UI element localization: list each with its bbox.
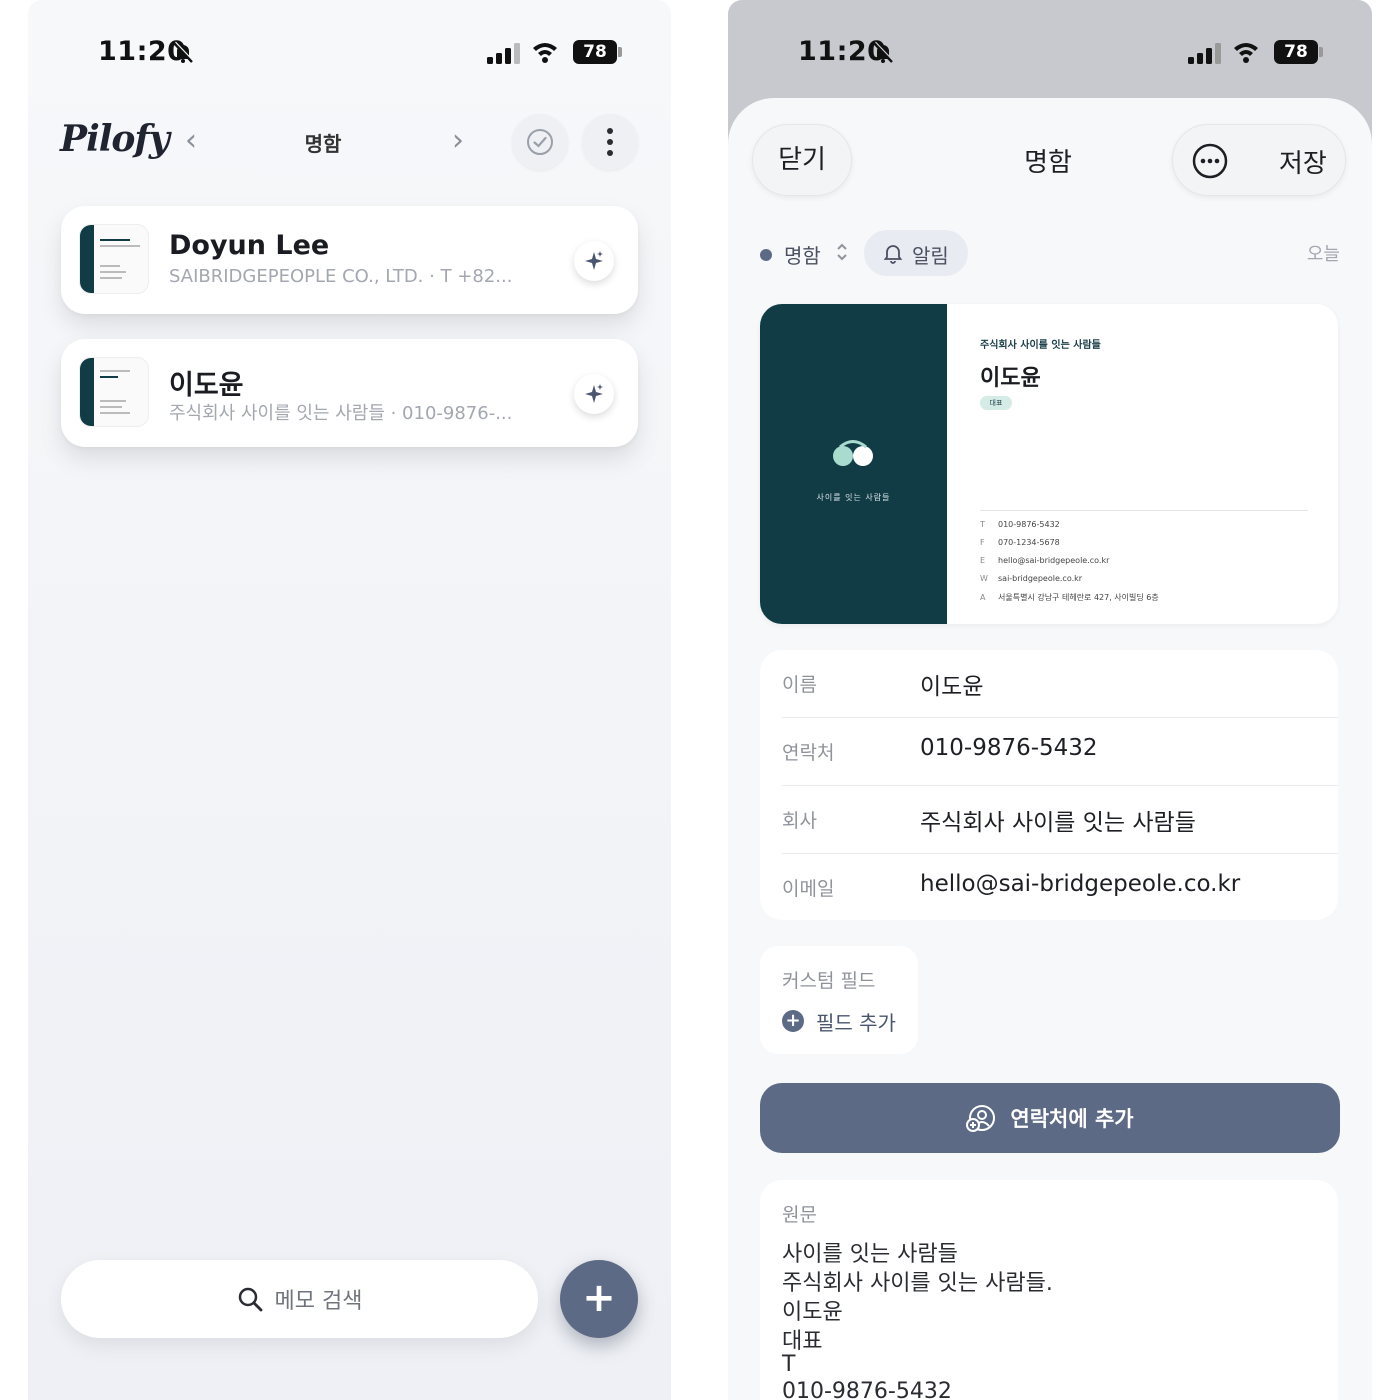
status-bar: 11:20 78 [28, 34, 671, 74]
sparkle-icon [585, 251, 603, 270]
card-list-screen: 11:20 78 Pilofy ‹ 명함 › Doyun Lee SAIBRID… [28, 0, 671, 1400]
card-meta-row: 명함 알림 오늘 [728, 228, 1372, 278]
original-line: 사이를 잇는 사람들 [782, 1242, 958, 1267]
select-button[interactable] [512, 114, 568, 170]
add-to-contacts-button[interactable]: 연락처에 추가 [760, 1083, 1340, 1153]
add-person-icon [966, 1105, 996, 1132]
card-contact-line: F 070-1234-5678 [980, 538, 1060, 547]
card-contact-line: Wsai-bridgepeole.co.kr [980, 574, 1083, 583]
card-thumbnail [79, 357, 149, 427]
chevron-updown-icon[interactable] [832, 240, 852, 264]
list-item[interactable]: Doyun Lee SAIBRIDGEPEOPLE CO., LTD. · T … [61, 206, 638, 314]
more-options-button[interactable] [582, 114, 638, 170]
business-card-image[interactable]: 사이를 잇는 사람들 주식회사 사이를 잇는 사람들 이도윤 대표 T 010-9… [760, 304, 1338, 624]
type-dot-icon [760, 249, 772, 261]
field-row-company[interactable]: 회사 주식회사 사이를 잇는 사람들 [782, 786, 1338, 854]
card-company: 주식회사 사이를 잇는 사람들 [980, 340, 1101, 351]
card-detail-screen: 11:20 78 닫기 명함 저장 명함 알림 오늘 사이를 잇는 사람들 주식… [728, 0, 1372, 1400]
original-line: 주식회사 사이를 잇는 사람들. [782, 1271, 1053, 1296]
memo-search-bar[interactable]: 메모 검색 [61, 1260, 538, 1338]
card-person-name: 이도윤 [980, 366, 1041, 391]
card-subtitle: 주식회사 사이를 잇는 사람들 · 010-9876-... [169, 403, 513, 424]
sheet-title: 명함 [1024, 148, 1072, 178]
bell-muted-icon [873, 41, 894, 63]
wifi-icon [533, 43, 557, 63]
save-button[interactable]: 저장 [1279, 143, 1327, 180]
field-value[interactable]: 010-9876-5432 [920, 735, 1098, 761]
alarm-label: 알림 [912, 244, 949, 268]
battery-level: 78 [573, 40, 617, 64]
add-button[interactable]: + [560, 1260, 638, 1338]
header-actions: 저장 [1172, 124, 1346, 196]
prev-arrow-icon[interactable]: ‹ [176, 124, 206, 158]
card-name: Doyun Lee [169, 230, 330, 261]
app-logo: Pilofy [60, 118, 170, 160]
sparkle-icon [585, 384, 603, 403]
ai-sparkle-button[interactable] [574, 241, 614, 281]
card-contact-line: A 서울특별시 강남구 테헤란로 427, 사이빌딩 6층 [980, 593, 1159, 602]
card-role-badge: 대표 [980, 396, 1012, 410]
card-front-panel: 사이를 잇는 사람들 [760, 304, 947, 624]
plus-circle-icon: + [782, 1010, 804, 1032]
search-icon [238, 1287, 262, 1312]
field-value[interactable]: 이도윤 [920, 667, 983, 701]
original-line: 이도윤 [782, 1300, 843, 1325]
card-name: 이도윤 [169, 370, 244, 401]
ai-sparkle-button[interactable] [574, 374, 614, 414]
field-row-email[interactable]: 이메일 hello@sai-bridgepeole.co.kr [782, 854, 1338, 922]
more-horizontal-icon[interactable] [1191, 142, 1229, 180]
field-label: 이메일 [782, 878, 835, 900]
original-line: T [782, 1352, 796, 1377]
bell-muted-icon [173, 41, 194, 63]
alarm-button[interactable]: 알림 [864, 230, 968, 276]
add-to-contacts-label: 연락처에 추가 [1010, 1107, 1134, 1131]
type-selector[interactable]: 명함 [784, 240, 821, 269]
signal-icon [1188, 43, 1221, 64]
original-line: 대표 [782, 1329, 823, 1354]
card-contact-line: T 010-9876-5432 [980, 520, 1060, 529]
field-label: 회사 [782, 810, 817, 832]
battery-level: 78 [1274, 40, 1318, 64]
signal-icon [487, 43, 520, 64]
add-field-button[interactable]: + 필드 추가 [782, 1008, 896, 1035]
field-value[interactable]: 주식회사 사이를 잇는 사람들 [920, 803, 1196, 837]
original-line: 010-9876-5432 [782, 1379, 952, 1400]
field-label: 연락처 [782, 742, 835, 764]
close-button[interactable]: 닫기 [752, 124, 852, 196]
custom-field-label: 커스텀 필드 [782, 970, 876, 992]
card-divider [980, 510, 1308, 511]
add-field-label: 필드 추가 [816, 1010, 896, 1035]
card-subtitle: SAIBRIDGEPEOPLE CO., LTD. · T +82... [169, 266, 513, 287]
card-front-text: 사이를 잇는 사람들 [816, 493, 891, 502]
search-placeholder: 메모 검색 [274, 1289, 363, 1314]
field-value[interactable]: hello@sai-bridgepeole.co.kr [920, 871, 1240, 897]
original-text-section: 원문 사이를 잇는 사람들 주식회사 사이를 잇는 사람들. 이도윤 대표 T … [760, 1180, 1338, 1400]
battery-cap [618, 47, 622, 57]
wifi-icon [1234, 43, 1258, 63]
contact-fields: 이름 이도윤 연락처 010-9876-5432 회사 주식회사 사이를 잇는 … [760, 650, 1338, 920]
detail-sheet: 닫기 명함 저장 명함 알림 오늘 사이를 잇는 사람들 주식회사 사이를 잇는… [728, 98, 1372, 1400]
company-logo-icon [833, 440, 873, 466]
field-row-phone[interactable]: 연락처 010-9876-5432 [782, 718, 1338, 786]
custom-field-section: 커스텀 필드 + 필드 추가 [760, 946, 918, 1054]
field-label: 이름 [782, 674, 817, 696]
vertical-dots-icon [607, 128, 613, 156]
card-thumbnail [79, 224, 149, 294]
date-label: 오늘 [1306, 244, 1340, 265]
field-row-name[interactable]: 이름 이도윤 [782, 650, 1338, 718]
bell-icon [883, 245, 903, 264]
list-item[interactable]: 이도윤 주식회사 사이를 잇는 사람들 · 010-9876-... [61, 339, 638, 447]
status-bar: 11:20 78 [728, 34, 1372, 74]
next-arrow-icon[interactable]: › [443, 124, 473, 158]
battery-cap [1319, 47, 1323, 57]
card-contact-line: Ehello@sai-bridgepeole.co.kr [980, 556, 1110, 565]
page-title: 명함 [304, 132, 342, 156]
check-circle-icon [527, 129, 553, 155]
original-label: 원문 [782, 1204, 817, 1226]
